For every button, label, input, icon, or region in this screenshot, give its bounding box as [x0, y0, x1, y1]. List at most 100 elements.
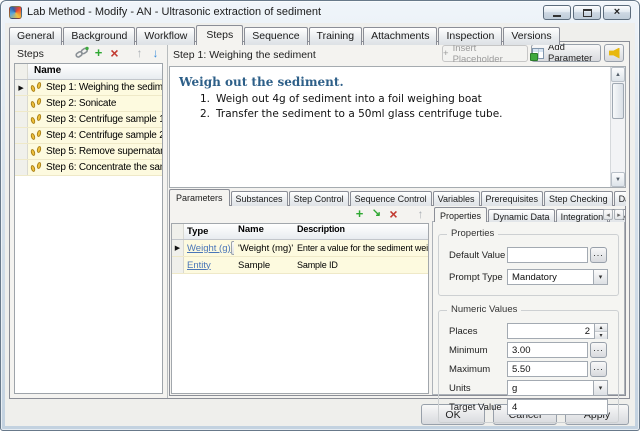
tab-steps[interactable]: Steps	[196, 25, 244, 45]
detail-tab-step-control[interactable]: Step Control	[288, 191, 349, 206]
scroll-down-button[interactable]: ▼	[611, 172, 625, 187]
tab-versions[interactable]: Versions	[503, 27, 560, 45]
description-column-header: Description	[297, 224, 345, 234]
app-icon	[9, 5, 22, 19]
default-value-browse-button[interactable]: ...	[590, 247, 607, 263]
detail-tab-parameters[interactable]: Parameters	[169, 189, 230, 206]
description-cell[interactable]: Enter a value for the sediment weight.	[293, 243, 428, 253]
detail-tab-step-checking[interactable]: Step Checking	[544, 191, 613, 206]
title-bar[interactable]: Lab Method - Modify - AN - Ultrasonic ex…	[1, 1, 639, 23]
description-cell[interactable]: Sample ID	[293, 260, 428, 270]
maximum-browse-button[interactable]: ...	[590, 361, 607, 377]
places-input[interactable]: 2 ▴ ▾	[507, 323, 608, 339]
parameters-toolbar: + ↘ × ↑ ↓	[353, 207, 444, 221]
step-row-3[interactable]: Step 3: Centrifuge sample 1	[15, 112, 162, 128]
tab-attachments[interactable]: Attachments	[363, 27, 438, 45]
minimum-input[interactable]: 3.00	[507, 342, 588, 358]
group-title: Numeric Values	[447, 304, 522, 315]
row-selector-cell: ▶	[15, 80, 28, 95]
step-row-6[interactable]: Step 6: Concentrate the sample	[15, 160, 162, 176]
move-step-up-button[interactable]: ↑	[133, 46, 146, 59]
step-label: Step 4: Centrifuge sample 2	[46, 130, 162, 141]
scroll-up-button[interactable]: ▲	[611, 67, 625, 82]
steps-caption: Steps	[17, 48, 44, 60]
step-description-editor[interactable]: Weigh out the sediment. 1. Weigh out 4g …	[169, 66, 626, 188]
tab-inspection[interactable]: Inspection	[438, 27, 503, 45]
target-value-input[interactable]: 4	[507, 399, 608, 415]
units-select[interactable]: g ▾	[507, 380, 608, 396]
cross-icon: ×	[110, 44, 119, 61]
insert-predefined-step-button[interactable]	[75, 46, 89, 59]
ellipsis-icon: ...	[593, 248, 604, 258]
add-parameter-button[interactable]: Add Parameter	[530, 42, 601, 64]
step-icon	[30, 161, 43, 174]
maximize-button[interactable]	[573, 5, 601, 20]
steps-toolbar: + × ↑ ↓	[75, 44, 162, 61]
name-cell[interactable]: 'Weight (mg)'	[234, 243, 293, 254]
param-type-link[interactable]: Entity	[187, 260, 211, 271]
prompt-type-dropdown-button[interactable]: ▾	[593, 270, 607, 284]
detail-tab-strip: Parameters Substances Step Control Sequence…	[169, 189, 626, 206]
detail-tab-data-context[interactable]: Data Context	[613, 191, 626, 206]
move-parameter-up-button[interactable]: ↑	[414, 207, 427, 220]
props-tab-integration[interactable]: Integration	[555, 209, 609, 222]
step-row-1[interactable]: ▶ Step 1: Weighing the sediment	[15, 80, 162, 96]
step-row-2[interactable]: Step 2: Sonicate	[15, 96, 162, 112]
places-spinner[interactable]: ▴ ▾	[594, 324, 607, 339]
tab-scroll-left-button[interactable]: ◂	[603, 209, 613, 220]
step-row-5[interactable]: Step 5: Remove supernatant	[15, 144, 162, 160]
row-selector-icon: ▶	[18, 84, 24, 92]
tab-training[interactable]: Training	[308, 27, 363, 45]
minimum-row: Minimum 3.00 ...	[441, 342, 612, 358]
props-tab-properties[interactable]: Properties	[434, 207, 488, 222]
detail-tab-sequence-control[interactable]: Sequence Control	[349, 191, 432, 206]
minimize-button[interactable]	[543, 5, 571, 20]
numeric-values-group: Numeric Values Places 2 ▴ ▾ Minimum 3.00…	[438, 304, 619, 423]
tab-scroll-right-button[interactable]: ▸	[614, 209, 624, 220]
scroll-left-icon: ◂	[606, 211, 610, 219]
speaker-button[interactable]	[604, 44, 624, 62]
properties-group: Properties Default Value ... Prompt Type…	[438, 228, 619, 296]
delete-parameter-button[interactable]: ×	[387, 207, 400, 221]
move-step-down-button[interactable]: ↓	[149, 46, 162, 59]
close-button[interactable]: ×	[603, 5, 631, 20]
add-step-button[interactable]: +	[92, 46, 105, 59]
insert-parameter-button[interactable]: ↘	[370, 207, 383, 220]
insert-placeholder-button[interactable]: + Insert Placeholder	[442, 42, 528, 65]
description-list-item: 2. Transfer the sediment to a 50ml glass…	[200, 107, 625, 122]
parameter-row-entity[interactable]: Entity Sample Sample ID	[172, 257, 428, 274]
add-parameter-row-button[interactable]: +	[353, 207, 366, 220]
name-column-header: Name	[238, 224, 264, 235]
tab-sequence[interactable]: Sequence	[244, 27, 308, 45]
default-value-input[interactable]	[507, 247, 588, 263]
props-tab-dynamic-data[interactable]: Dynamic Data	[488, 209, 555, 222]
description-scrollbar[interactable]: ▲ ▼	[610, 67, 625, 187]
insert-placeholder-label: Insert Placeholder	[452, 42, 503, 65]
units-value: g	[512, 382, 518, 394]
row-selector-cell	[15, 128, 28, 143]
close-icon: ×	[613, 6, 621, 18]
tab-workflow[interactable]: Workflow	[136, 27, 196, 45]
maximum-input[interactable]: 5.50	[507, 361, 588, 377]
detail-tab-substances[interactable]: Substances	[230, 191, 288, 206]
row-selector-cell	[15, 144, 28, 159]
detail-tab-prerequisites[interactable]: Prerequisites	[480, 191, 544, 206]
detail-tab-variables[interactable]: Variables	[432, 191, 480, 206]
param-type-link[interactable]: Weight (g)	[187, 243, 231, 254]
units-dropdown-button[interactable]: ▾	[593, 381, 607, 395]
properties-tab-page: Properties Default Value ... Prompt Type…	[432, 221, 625, 423]
plus-icon: +	[443, 48, 449, 59]
scrollbar-thumb[interactable]	[612, 83, 624, 119]
step-label: Step 1: Weighing the sediment	[46, 82, 162, 93]
name-cell[interactable]: Sample	[234, 260, 293, 271]
parameter-row-weight[interactable]: ▶ Weight (g) ▾ 'Weight (mg)' Enter a val…	[172, 240, 428, 257]
minimum-browse-button[interactable]: ...	[590, 342, 607, 358]
tab-general[interactable]: General	[9, 27, 63, 45]
plus-icon: +	[94, 45, 103, 60]
spin-up-icon: ▴	[595, 324, 607, 332]
step-row-4[interactable]: Step 4: Centrifuge sample 2	[15, 128, 162, 144]
delete-step-button[interactable]: ×	[108, 44, 121, 61]
prompt-type-select[interactable]: Mandatory ▾	[507, 269, 608, 285]
tab-background[interactable]: Background	[63, 27, 136, 45]
properties-panel: PropertiesDynamic DataIntegrationSequenc…	[432, 206, 625, 423]
